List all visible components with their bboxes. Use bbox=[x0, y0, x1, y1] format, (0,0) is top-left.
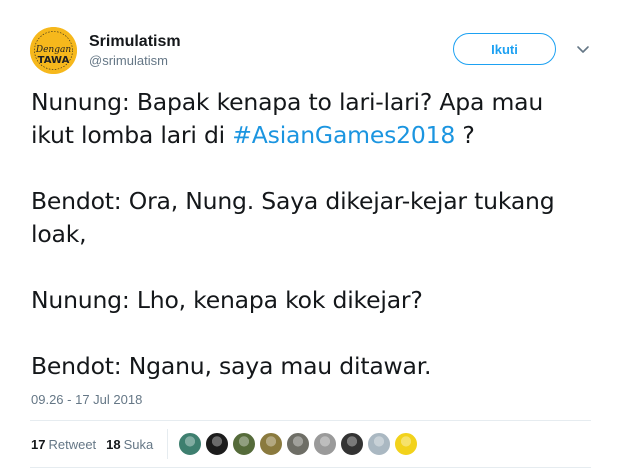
avatar-line1: Dengan bbox=[35, 45, 71, 55]
divider-top bbox=[30, 420, 591, 421]
hashtag-link[interactable]: #AsianGames2018 bbox=[232, 121, 455, 149]
follow-button[interactable]: Ikuti bbox=[453, 33, 556, 65]
tweet-timestamp[interactable]: 09.26 - 17 Jul 2018 bbox=[31, 390, 142, 410]
tweet-header: Dengan TAWA Srimulatism @srimulatism Iku… bbox=[30, 27, 591, 77]
liker-avatar-7[interactable] bbox=[340, 432, 365, 456]
retweet-label: Retweet bbox=[48, 436, 97, 452]
avatar-logo: Dengan TAWA bbox=[30, 27, 77, 74]
retweet-stat[interactable]: 17 Retweet bbox=[31, 437, 96, 452]
like-stat[interactable]: 18 Suka bbox=[106, 437, 153, 452]
tweet-card: Dengan TAWA Srimulatism @srimulatism Iku… bbox=[0, 0, 621, 472]
author-handle[interactable]: @srimulatism bbox=[89, 52, 181, 70]
tweet-line-2-after: ? bbox=[455, 121, 475, 149]
like-label: Suka bbox=[123, 436, 154, 452]
liker-avatar-5[interactable] bbox=[286, 432, 311, 456]
liker-avatar-2[interactable] bbox=[205, 432, 230, 456]
liker-avatar-8[interactable] bbox=[367, 432, 392, 456]
chevron-down-icon[interactable] bbox=[575, 41, 591, 57]
liker-avatar-9[interactable] bbox=[394, 432, 419, 456]
avatar-line2: TAWA bbox=[38, 55, 70, 66]
liker-avatar-3[interactable] bbox=[232, 432, 257, 456]
tweet-paragraph-4: Bendot: Nganu, saya mau ditawar. bbox=[31, 352, 432, 380]
stats-separator bbox=[167, 429, 169, 459]
author-name[interactable]: Srimulatism bbox=[89, 32, 181, 52]
liker-avatar-4[interactable] bbox=[259, 432, 284, 456]
liker-avatar-1[interactable] bbox=[178, 432, 203, 456]
tweet-line-2-before: ikut lomba lari di bbox=[31, 121, 233, 149]
tweet-paragraph-3: Nunung: Lho, kenapa kok dikejar? bbox=[31, 286, 423, 314]
tweet-text: Nunung: Bapak kenapa to lari-lari? Apa m… bbox=[31, 86, 601, 383]
liker-avatars bbox=[178, 432, 421, 456]
tweet-paragraph-1: Nunung: Bapak kenapa to lari-lari? Apa m… bbox=[31, 86, 601, 152]
tweet-line-1: Nunung: Bapak kenapa to lari-lari? Apa m… bbox=[31, 88, 544, 116]
tweet-stats: 17 Retweet 18 Suka bbox=[31, 428, 421, 460]
liker-avatar-6[interactable] bbox=[313, 432, 338, 456]
avatar[interactable]: Dengan TAWA bbox=[30, 27, 77, 74]
author-names: Srimulatism @srimulatism bbox=[89, 32, 181, 70]
retweet-count: 17 bbox=[31, 436, 46, 452]
like-count: 18 bbox=[106, 436, 121, 452]
divider-bottom bbox=[30, 467, 591, 468]
tweet-paragraph-2: Bendot: Ora, Nung. Saya dikejar-kejar tu… bbox=[31, 187, 555, 248]
